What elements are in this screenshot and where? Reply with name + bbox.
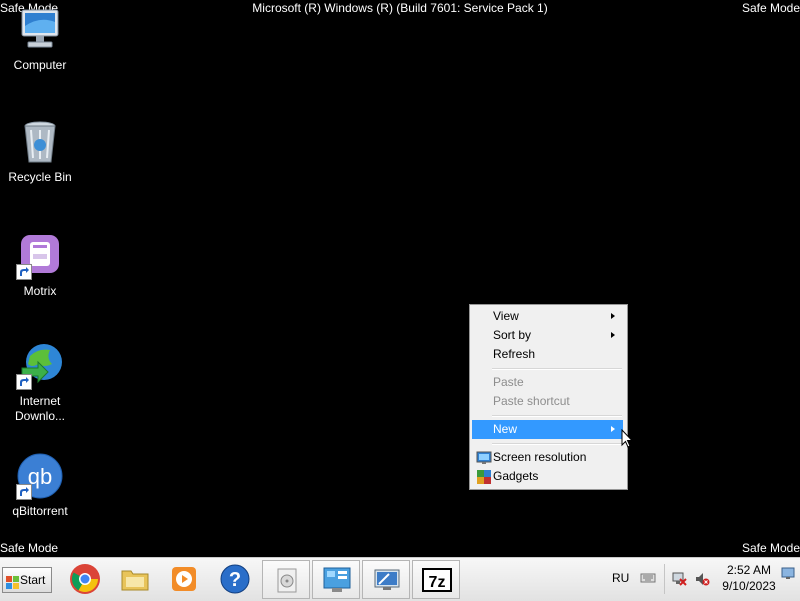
explorer-icon <box>121 570 149 591</box>
taskbar-7zip[interactable]: 7z <box>412 560 460 599</box>
start-label: Start <box>20 573 46 587</box>
menu-item-view[interactable]: View <box>472 307 623 326</box>
desktop-icon-label: Recycle Bin <box>8 170 72 184</box>
shortcut-arrow-icon <box>16 264 32 280</box>
menu-item-gadgets[interactable]: Gadgets <box>472 467 623 486</box>
desktop-icon-motrix[interactable]: Motrix <box>0 232 80 299</box>
taskbar-media-player[interactable] <box>160 560 208 599</box>
menu-item-screen-resolution[interactable]: Screen resolution <box>472 448 623 467</box>
windows-logo-icon <box>6 573 19 597</box>
tray-divider <box>664 564 665 594</box>
taskbar: Start ? 7z RU 2:52 AM 9/10/2023 <box>0 557 800 601</box>
shortcut-arrow-icon <box>16 374 32 390</box>
submenu-arrow-icon <box>611 332 615 338</box>
mouse-cursor-icon <box>621 428 634 454</box>
help-icon: ? <box>220 564 250 594</box>
remote-desktop-icon <box>374 569 400 590</box>
7zip-icon: 7z <box>422 568 452 592</box>
desktop-icon-internet-download-manager[interactable]: Internet Downlo... <box>0 342 80 424</box>
menu-separator <box>492 368 622 370</box>
menu-separator <box>492 443 622 445</box>
taskbar-explorer[interactable] <box>111 560 159 599</box>
menu-item-label: Refresh <box>493 347 536 361</box>
taskbar-chrome[interactable] <box>61 560 109 599</box>
media-player-icon <box>172 567 196 591</box>
safe-mode-label-top-right: Safe Mode <box>741 1 800 15</box>
menu-item-label: New <box>493 422 518 436</box>
volume-muted-icon[interactable] <box>694 571 710 592</box>
menu-item-sort-by[interactable]: Sort by <box>472 326 623 345</box>
submenu-arrow-icon <box>611 313 615 319</box>
taskbar-disc[interactable] <box>262 560 310 599</box>
internet-download-manager-icon <box>16 342 64 390</box>
language-indicator[interactable]: RU <box>612 571 629 585</box>
menu-item-label: Sort by <box>493 328 532 342</box>
os-build-banner: Microsoft (R) Windows (R) (Build 7601: S… <box>252 1 548 15</box>
network-icon[interactable] <box>671 571 687 592</box>
submenu-arrow-icon <box>611 426 615 432</box>
clock-time: 2:52 AM <box>726 563 772 577</box>
qbittorrent-icon: qb <box>16 452 64 500</box>
start-button[interactable]: Start <box>2 567 52 593</box>
clock-date: 9/10/2023 <box>722 579 776 593</box>
control-panel-icon <box>323 567 351 592</box>
motrix-icon <box>16 232 64 280</box>
desktop-icon-recycle-bin[interactable]: Recycle Bin <box>0 118 80 185</box>
svg-text:?: ? <box>229 569 241 591</box>
desktop-context-menu: View Sort by Refresh Paste Paste shortcu… <box>469 304 628 490</box>
show-desktop-icon[interactable] <box>781 566 795 580</box>
shortcut-arrow-icon <box>16 484 32 500</box>
menu-item-label: Gadgets <box>493 469 539 483</box>
menu-item-label: Paste shortcut <box>493 394 570 408</box>
desktop-icon-computer[interactable]: Computer <box>0 6 80 73</box>
desktop-icon-qbittorrent[interactable]: qb qBittorrent <box>0 452 80 519</box>
desktop-icon-label: Internet Downlo... <box>14 394 66 423</box>
desktop-icon-label: qBittorrent <box>12 504 68 518</box>
menu-separator <box>492 415 622 417</box>
keyboard-icon[interactable] <box>640 570 656 591</box>
menu-item-paste-shortcut[interactable]: Paste shortcut <box>472 392 623 411</box>
desktop-icon-label: Computer <box>13 58 67 72</box>
gadgets-icon <box>476 469 492 485</box>
desktop[interactable]: Safe Mode Microsoft (R) Windows (R) (Bui… <box>0 0 800 557</box>
screen-resolution-icon <box>476 450 492 466</box>
menu-item-label: Paste <box>493 375 524 389</box>
computer-icon <box>16 6 64 54</box>
menu-item-label: Screen resolution <box>493 450 587 464</box>
safe-mode-label-bottom-left: Safe Mode <box>0 541 59 555</box>
taskbar-help[interactable]: ? <box>211 560 259 599</box>
menu-item-paste[interactable]: Paste <box>472 373 623 392</box>
menu-item-label: View <box>493 309 519 323</box>
disc-icon <box>277 568 297 593</box>
taskbar-control-panel[interactable] <box>312 560 360 599</box>
chrome-icon <box>70 564 100 594</box>
menu-item-refresh[interactable]: Refresh <box>472 345 623 364</box>
safe-mode-label-bottom-right: Safe Mode <box>741 541 800 555</box>
taskbar-remote-desktop[interactable] <box>362 560 410 599</box>
desktop-icon-label: Motrix <box>23 284 57 298</box>
7zip-label: 7z <box>429 574 446 591</box>
recycle-bin-icon <box>16 118 64 166</box>
menu-item-new[interactable]: New <box>472 420 623 439</box>
system-clock[interactable]: 2:52 AM 9/10/2023 <box>718 562 780 594</box>
